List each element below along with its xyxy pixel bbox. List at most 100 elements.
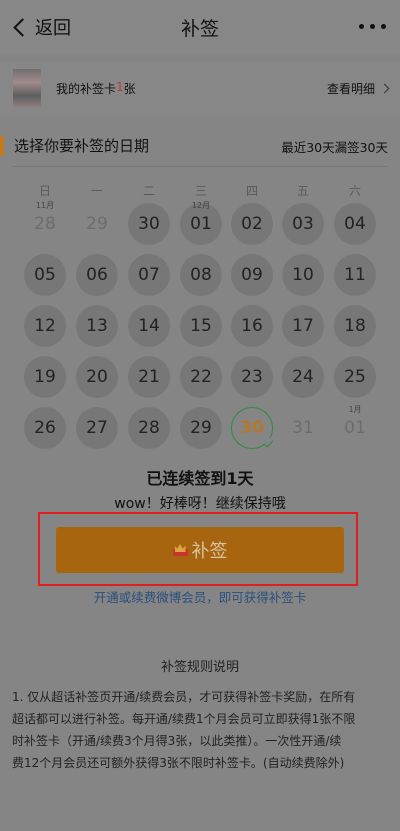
calendar-day[interactable]: 06 xyxy=(76,254,118,296)
day-number: 16 xyxy=(241,316,263,336)
day-number: 08 xyxy=(190,265,212,285)
day-number: 05 xyxy=(34,265,56,285)
day-number: 10 xyxy=(292,265,314,285)
makeup-button-label: 补签 xyxy=(191,541,228,562)
rules-text: 1. 仅从超话补签页开通/续费会员，才可获得补签卡奖励，在所有 超话都可以进行补… xyxy=(12,686,390,774)
page-title: 补签 xyxy=(180,18,219,40)
calendar-day[interactable]: 20 xyxy=(76,356,118,398)
day-number: 07 xyxy=(138,265,160,285)
calendar-day[interactable]: 05 xyxy=(24,254,66,296)
day-number: 01 xyxy=(344,418,366,438)
weekday-header: 日一二三四五六 xyxy=(0,182,400,198)
calendar-day[interactable]: 28 xyxy=(128,407,170,449)
calendar-day: 31 xyxy=(282,407,324,449)
vip-link[interactable]: 开通或续费微博会员，即可获得补签卡 xyxy=(0,587,400,606)
month-marker: 11月 xyxy=(35,201,55,210)
makeup-button[interactable]: 补签 xyxy=(56,527,344,573)
calendar-day[interactable]: 21 xyxy=(128,356,170,398)
day-number: 30 xyxy=(138,214,160,234)
day-number: 02 xyxy=(241,214,263,234)
calendar-day[interactable]: 12月 01 xyxy=(180,201,222,245)
more-icon[interactable] xyxy=(359,24,386,29)
calendar-day[interactable]: 11 xyxy=(334,254,376,296)
weekday-label: 六 xyxy=(348,184,361,198)
view-details-link[interactable]: 查看明细 xyxy=(327,80,390,97)
day-number: 17 xyxy=(292,316,314,336)
day-number: 09 xyxy=(241,265,263,285)
day-number: 27 xyxy=(86,418,108,438)
weekday-label: 三 xyxy=(194,184,207,198)
rules-section: 补签规则说明 1. 仅从超话补签页开通/续费会员，才可获得补签卡奖励，在所有 超… xyxy=(0,626,400,831)
day-number: 28 xyxy=(34,214,56,234)
calendar-day[interactable]: 30 xyxy=(128,203,170,245)
calendar-day[interactable]: 10 xyxy=(282,254,324,296)
calendar-day[interactable]: 18 xyxy=(334,305,376,347)
calendar-day[interactable]: 24 xyxy=(282,356,324,398)
day-number: 29 xyxy=(190,418,212,438)
weekday-label: 四 xyxy=(245,184,258,198)
calendar-day[interactable]: 13 xyxy=(76,305,118,347)
cheer-text: wow！好棒呀！继续保持哦 xyxy=(114,496,286,512)
calendar-day: 29 xyxy=(76,203,118,245)
avatar xyxy=(13,69,41,107)
day-number: 24 xyxy=(292,367,314,387)
weekday-label: 一 xyxy=(90,184,103,198)
day-number: 12 xyxy=(34,316,56,336)
calendar-day[interactable]: 25 xyxy=(334,356,376,398)
crown-icon xyxy=(172,544,188,556)
calendar-day[interactable]: 14 xyxy=(128,305,170,347)
day-number: 04 xyxy=(344,214,366,234)
day-number: 21 xyxy=(138,367,160,387)
card-label-prefix: 我的补签卡 xyxy=(56,82,117,96)
calendar-day[interactable]: 22 xyxy=(180,356,222,398)
calendar-day: 11月 28 xyxy=(24,201,66,245)
calendar-day[interactable]: 03 xyxy=(282,203,324,245)
checkmark-icon xyxy=(263,437,274,448)
day-number: 19 xyxy=(34,367,56,387)
month-marker: 1月 xyxy=(348,405,362,414)
chevron-right-icon xyxy=(379,83,390,94)
calendar-day[interactable]: 29 xyxy=(180,407,222,449)
calendar-day[interactable]: 15 xyxy=(180,305,222,347)
calendar-day-today[interactable]: 30 xyxy=(231,407,274,449)
calendar-day[interactable]: 09 xyxy=(231,254,273,296)
calendar-day[interactable]: 27 xyxy=(76,407,118,449)
day-number: 06 xyxy=(86,265,108,285)
calendar-day[interactable]: 19 xyxy=(24,356,66,398)
day-number: 25 xyxy=(344,367,366,387)
section-accent-bar xyxy=(0,136,4,156)
day-number: 28 xyxy=(138,418,160,438)
makeup-card-label: 我的补签卡 1 张 xyxy=(56,80,136,97)
day-number: 29 xyxy=(86,214,108,234)
rules-title: 补签规则说明 xyxy=(160,660,239,675)
card-count: 1 xyxy=(116,80,124,94)
day-number: 31 xyxy=(292,418,314,438)
calendar-day[interactable]: 23 xyxy=(231,356,273,398)
weekday-label: 二 xyxy=(142,184,155,198)
calendar-day[interactable]: 16 xyxy=(231,305,273,347)
calendar-day[interactable]: 17 xyxy=(282,305,324,347)
makeup-card-row: 我的补签卡 1 张 查看明细 xyxy=(0,62,400,116)
day-number: 11 xyxy=(344,265,366,285)
day-number: 23 xyxy=(241,367,263,387)
weekday-label: 日 xyxy=(38,184,51,198)
day-number: 01 xyxy=(190,214,212,234)
calendar-day[interactable]: 12 xyxy=(24,305,66,347)
calendar-day[interactable]: 08 xyxy=(180,254,222,296)
app-header: 返回 补签 xyxy=(0,0,400,54)
missed-days-note: 最近30天漏签30天 xyxy=(281,140,388,155)
calendar-day[interactable]: 26 xyxy=(24,407,66,449)
weekday-label: 五 xyxy=(296,184,309,198)
day-number: 14 xyxy=(138,316,160,336)
divider xyxy=(12,166,388,167)
day-number: 15 xyxy=(190,316,212,336)
calendar-day[interactable]: 02 xyxy=(231,203,273,245)
calendar-day[interactable]: 07 xyxy=(128,254,170,296)
day-number: 18 xyxy=(344,316,366,336)
calendar-panel: 选择你要补签的日期 最近30天漏签30天 日一二三四五六 11月 28 29 30 12… xyxy=(0,126,400,616)
day-number: 30 xyxy=(240,418,264,438)
day-number: 13 xyxy=(86,316,108,336)
rules-line: 超话都可以进行补签。每开通/续费1个月会员可立即获得1张不限 xyxy=(12,712,356,726)
calendar-day[interactable]: 04 xyxy=(334,203,376,245)
day-number: 26 xyxy=(34,418,56,438)
